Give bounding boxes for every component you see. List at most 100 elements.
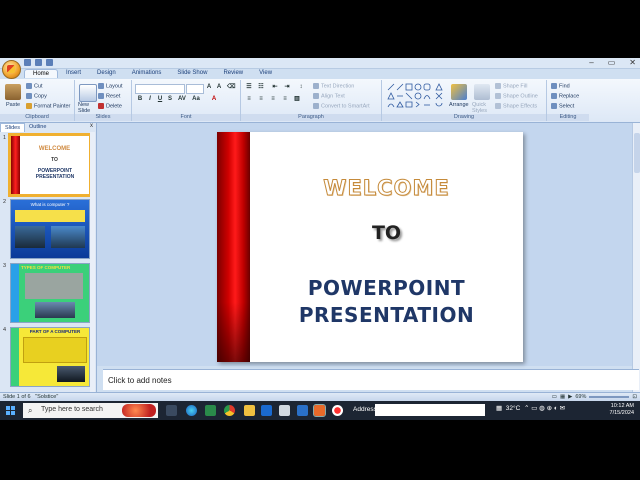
mail-icon[interactable] bbox=[279, 405, 290, 416]
pane-scrollbar[interactable] bbox=[90, 132, 95, 394]
fit-window-icon[interactable]: ⊡ bbox=[632, 393, 637, 401]
paint-bucket-icon bbox=[495, 83, 501, 89]
windows-start-icon[interactable] bbox=[6, 406, 15, 415]
slide-title[interactable]: POWERPOINT PRESENTATION bbox=[250, 275, 523, 329]
font-name-combo[interactable] bbox=[135, 84, 185, 94]
normal-view-icon[interactable]: ▭ bbox=[552, 393, 557, 401]
slide-to-text[interactable]: TO bbox=[250, 222, 523, 244]
shape-effects-label: Shape Effects bbox=[503, 103, 538, 110]
tab-review[interactable]: Review bbox=[215, 69, 251, 78]
shape-outline-button[interactable]: Shape Outline bbox=[495, 93, 538, 99]
replace-button[interactable]: Replace bbox=[551, 93, 579, 99]
zoom-level[interactable]: 69% bbox=[575, 393, 586, 401]
numbering-button[interactable]: ☷ bbox=[257, 84, 265, 91]
weather-icon[interactable]: ▦ bbox=[496, 405, 502, 412]
notes-pane[interactable]: Click to add notes bbox=[103, 369, 639, 390]
format-painter-label: Format Painter bbox=[34, 103, 71, 110]
edge-icon[interactable] bbox=[186, 405, 197, 416]
word-icon[interactable] bbox=[297, 405, 308, 416]
columns-button[interactable]: ▥ bbox=[293, 96, 301, 103]
shapes-gallery[interactable] bbox=[386, 83, 444, 109]
scrollbar-thumb[interactable] bbox=[634, 133, 640, 173]
italic-button[interactable]: I bbox=[146, 96, 154, 103]
clear-format-button[interactable]: ⌫ bbox=[227, 84, 235, 91]
settings-icon[interactable] bbox=[261, 405, 272, 416]
align-left-button[interactable]: ≡ bbox=[245, 96, 253, 103]
tab-slides[interactable]: Slides bbox=[0, 123, 25, 132]
slide-thumbnail-4[interactable]: PART OF A COMPUTER bbox=[10, 327, 90, 387]
slide-welcome-text[interactable]: WELCOME bbox=[250, 176, 523, 201]
grow-font-button[interactable]: A bbox=[205, 84, 213, 91]
font-color-button[interactable]: A bbox=[210, 96, 218, 103]
convert-smartart-button[interactable]: Convert to SmartArt bbox=[313, 103, 370, 109]
shrink-font-button[interactable]: A bbox=[215, 84, 223, 91]
align-center-button[interactable]: ≡ bbox=[257, 96, 265, 103]
temperature[interactable]: 32°C bbox=[506, 405, 521, 412]
arrange-button[interactable]: Arrange bbox=[449, 102, 469, 108]
tab-home[interactable]: Home bbox=[24, 69, 59, 78]
tab-slide-show[interactable]: Slide Show bbox=[169, 69, 215, 78]
sorter-view-icon[interactable]: ▦ bbox=[560, 393, 565, 401]
tray-icons[interactable]: ⌃ ▭ ◍ ⊕ ◐ ✉ bbox=[524, 405, 565, 412]
maximize-button[interactable]: ▭ bbox=[608, 58, 616, 67]
cut-button[interactable]: Cut bbox=[26, 83, 43, 89]
redo-icon[interactable] bbox=[46, 59, 53, 66]
layout-button[interactable]: Layout bbox=[98, 83, 123, 89]
font-label: Font bbox=[132, 114, 240, 121]
shape-effects-button[interactable]: Shape Effects bbox=[495, 103, 537, 109]
tab-view[interactable]: View bbox=[251, 69, 280, 78]
slide-thumbnail-1[interactable]: WELCOME TO POWERPOINT PRESENTATION bbox=[8, 133, 92, 197]
underline-button[interactable]: U bbox=[156, 96, 164, 103]
address-field[interactable] bbox=[375, 404, 485, 416]
find-button[interactable]: Find bbox=[551, 83, 570, 89]
slide-thumbnail-2[interactable]: What is computer ? bbox=[10, 199, 90, 259]
minimize-button[interactable]: – bbox=[589, 58, 593, 67]
change-case-button[interactable]: Aa bbox=[192, 96, 200, 103]
delete-button[interactable]: Delete bbox=[98, 103, 122, 109]
search-icon: ⌕ bbox=[28, 406, 33, 415]
paste-button[interactable]: Paste bbox=[6, 102, 20, 108]
increase-indent-button[interactable]: ⇥ bbox=[283, 84, 291, 91]
slideshow-view-icon[interactable]: ▶ bbox=[568, 393, 572, 401]
chrome-icon[interactable] bbox=[224, 405, 235, 416]
pane-close-button[interactable]: x bbox=[90, 123, 93, 129]
quick-styles-button[interactable]: Quick Styles bbox=[472, 102, 494, 114]
current-slide[interactable]: WELCOME TO POWERPOINT PRESENTATION bbox=[217, 132, 523, 362]
text-direction-button[interactable]: Text Direction bbox=[313, 83, 354, 89]
justify-button[interactable]: ≡ bbox=[281, 96, 289, 103]
font-size-combo[interactable] bbox=[186, 84, 204, 94]
bullets-button[interactable]: ☰ bbox=[245, 84, 253, 91]
record-icon[interactable] bbox=[332, 405, 343, 416]
char-spacing-button[interactable]: AV bbox=[178, 96, 186, 103]
tab-design[interactable]: Design bbox=[89, 69, 124, 78]
tab-insert[interactable]: Insert bbox=[58, 69, 89, 78]
shape-fill-button[interactable]: Shape Fill bbox=[495, 83, 527, 89]
bold-button[interactable]: B bbox=[136, 96, 144, 103]
file-explorer-icon[interactable] bbox=[244, 405, 255, 416]
strikethrough-button[interactable]: S bbox=[166, 96, 174, 103]
address-label: Address bbox=[353, 406, 377, 413]
taskbar-search[interactable]: ⌕ Type here to search bbox=[23, 403, 158, 418]
save-icon[interactable] bbox=[24, 59, 31, 66]
new-slide-button[interactable]: New Slide bbox=[78, 102, 98, 114]
line-spacing-button[interactable]: ↕ bbox=[297, 84, 305, 91]
undo-icon[interactable] bbox=[35, 59, 42, 66]
slide-thumbnail-3[interactable]: TYPES OF COMPUTER bbox=[10, 263, 90, 323]
store-icon[interactable] bbox=[205, 405, 216, 416]
close-button[interactable]: ✕ bbox=[629, 58, 636, 67]
clock[interactable]: 10:12 AM 7/15/2024 bbox=[610, 403, 634, 417]
office-button[interactable] bbox=[2, 60, 21, 79]
reset-button[interactable]: Reset bbox=[98, 93, 120, 99]
zoom-slider[interactable] bbox=[589, 396, 630, 398]
powerpoint-icon[interactable] bbox=[313, 404, 326, 417]
tab-animations[interactable]: Animations bbox=[124, 69, 170, 78]
copy-button[interactable]: Copy bbox=[26, 93, 47, 99]
format-painter-button[interactable]: Format Painter bbox=[26, 103, 70, 109]
tab-outline[interactable]: Outline bbox=[25, 123, 50, 131]
align-text-button[interactable]: Align Text bbox=[313, 93, 345, 99]
slide-scrollbar[interactable] bbox=[632, 123, 640, 394]
align-right-button[interactable]: ≡ bbox=[269, 96, 277, 103]
decrease-indent-button[interactable]: ⇤ bbox=[271, 84, 279, 91]
task-view-icon[interactable] bbox=[166, 405, 177, 416]
select-button[interactable]: Select bbox=[551, 103, 574, 109]
